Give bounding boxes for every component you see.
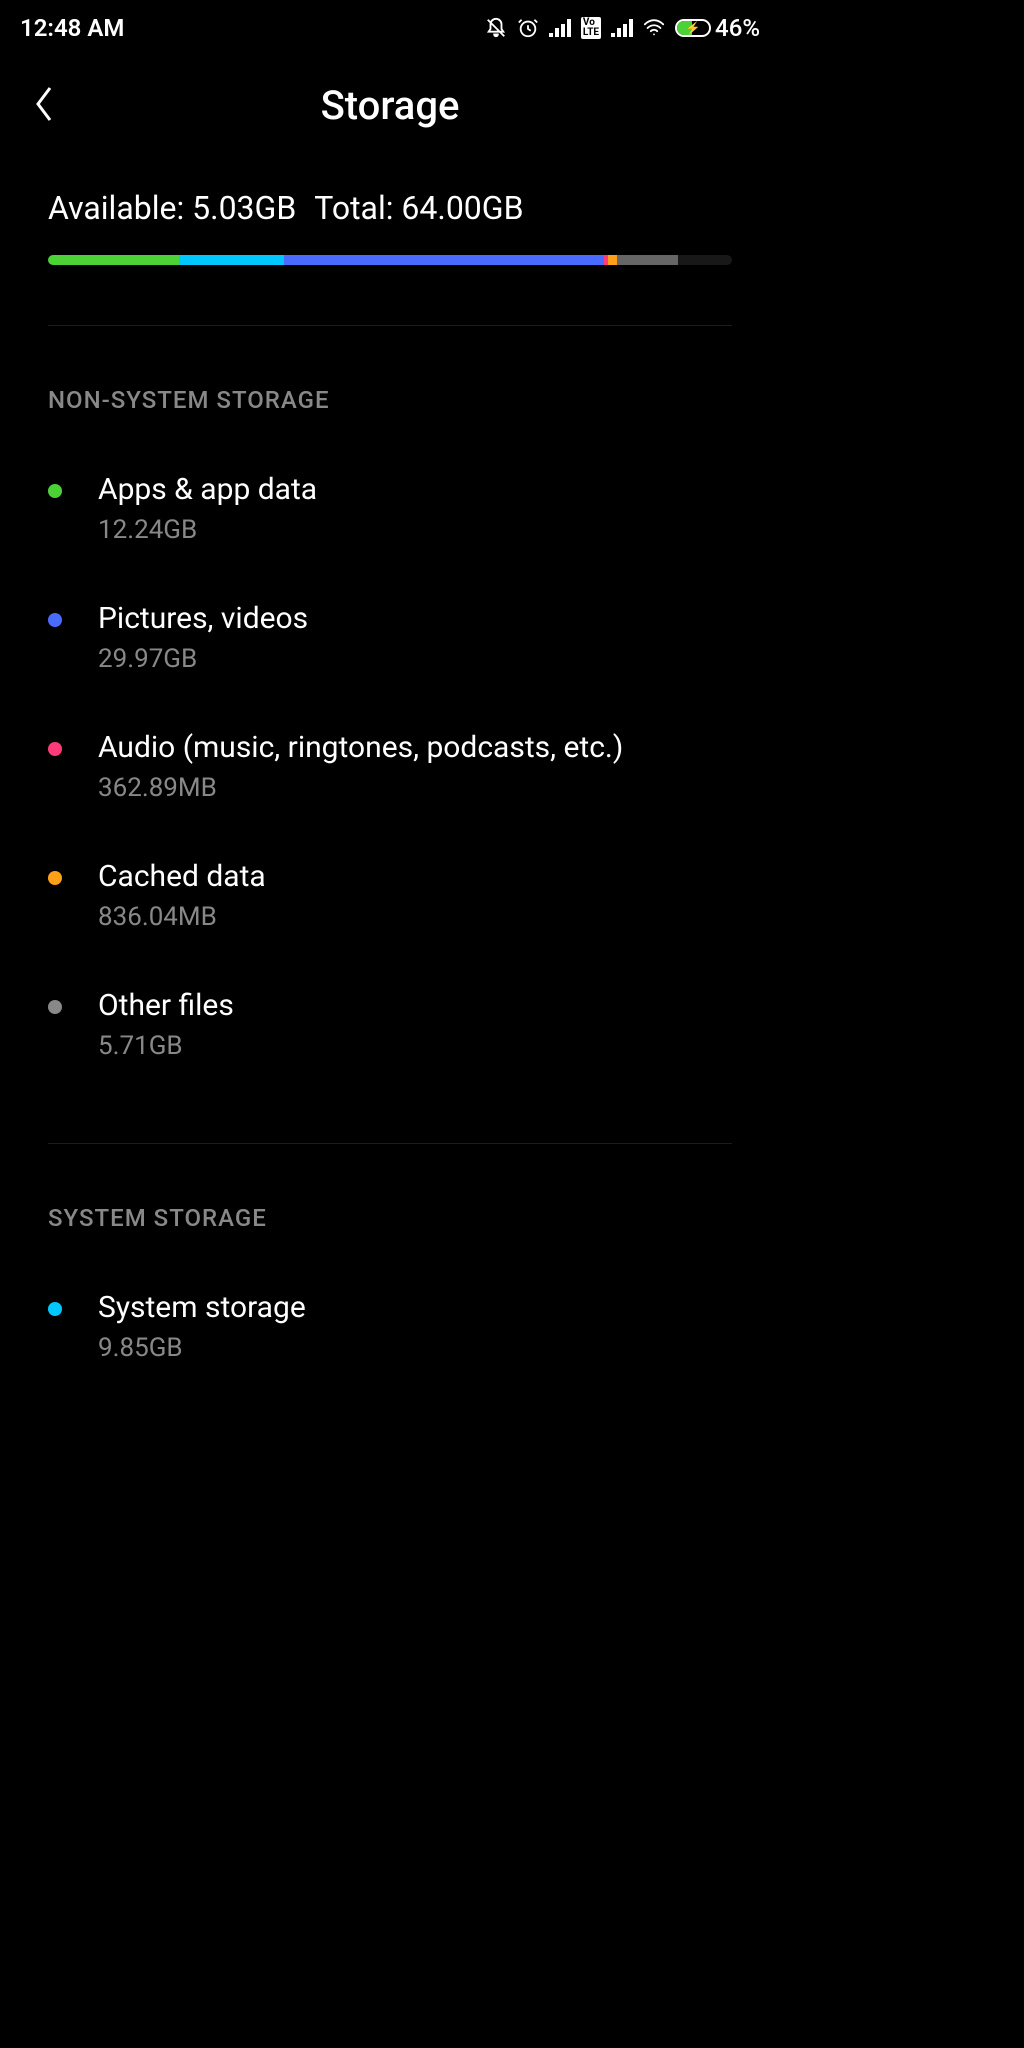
non-system-item[interactable]: Audio (music, ringtones, podcasts, etc.)… [48,702,732,831]
item-title: Audio (music, ringtones, podcasts, etc.) [98,730,732,765]
status-bar: 12:48 AM VoLTE ⚡ 46% [0,0,780,56]
storage-bar-segment [48,255,179,265]
non-system-item[interactable]: Apps & app data 12.24GB [48,444,732,573]
storage-bar-segment [617,255,678,265]
storage-bar-segment [608,255,617,265]
category-dot-icon [48,742,62,756]
signal-icon [549,19,571,37]
storage-bar-segment [284,255,604,265]
non-system-list: Apps & app data 12.24GB Pictures, videos 29… [0,444,780,1089]
item-size: 836.04MB [98,902,732,932]
signal-icon-2 [611,19,633,37]
system-list: System storage 9.85GB [0,1262,780,1391]
item-title: Cached data [98,859,732,894]
item-size: 5.71GB [98,1031,732,1061]
category-dot-icon [48,613,62,627]
storage-bar-segment [678,255,732,265]
item-title: Pictures, videos [98,601,732,636]
item-title: Other files [98,988,732,1023]
storage-bar [48,255,732,265]
volte-icon: VoLTE [581,17,601,39]
item-size: 9.85GB [98,1333,732,1363]
total-value: 64.00GB [401,189,523,227]
section-header-nonsystem: NON-SYSTEM STORAGE [0,326,780,444]
dnd-icon [485,17,507,39]
non-system-item[interactable]: Cached data 836.04MB [48,831,732,960]
category-dot-icon [48,871,62,885]
item-title: System storage [98,1290,732,1325]
item-title: Apps & app data [98,472,732,507]
category-dot-icon [48,1302,62,1316]
status-time: 12:48 AM [20,14,124,42]
category-dot-icon [48,1000,62,1014]
storage-bar-segment [179,255,284,265]
storage-summary: Available: 5.03GB Total: 64.00GB [0,169,780,265]
page-header: Storage [0,56,780,169]
category-dot-icon [48,484,62,498]
alarm-icon [517,17,539,39]
battery-percent: 46% [715,14,760,42]
item-size: 12.24GB [98,515,732,545]
item-size: 362.89MB [98,773,732,803]
section-header-system: SYSTEM STORAGE [0,1144,780,1262]
wifi-icon [643,17,665,39]
system-item[interactable]: System storage 9.85GB [48,1262,732,1391]
item-size: 29.97GB [98,644,732,674]
battery-indicator: ⚡ 46% [675,14,760,42]
total-label: Total: [314,189,393,227]
non-system-item[interactable]: Pictures, videos 29.97GB [48,573,732,702]
non-system-item[interactable]: Other files 5.71GB [48,960,732,1089]
available-label: Available: [48,189,184,227]
back-button[interactable] [30,84,58,128]
available-value: 5.03GB [192,189,296,227]
status-icons: VoLTE ⚡ 46% [485,14,760,42]
page-title: Storage [30,82,750,129]
